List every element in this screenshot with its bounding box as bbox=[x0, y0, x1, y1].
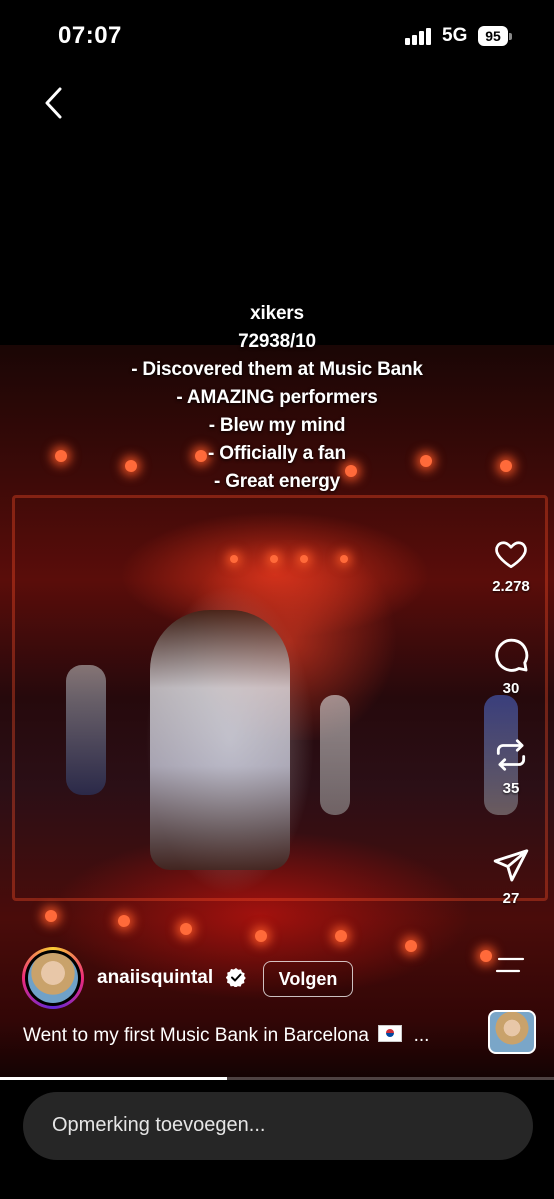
more-lines-icon bbox=[495, 957, 525, 973]
comment-icon bbox=[495, 638, 529, 672]
post-description[interactable]: Went to my first Music Bank in Barcelona… bbox=[23, 1025, 429, 1047]
signal-icon bbox=[405, 28, 433, 45]
battery-icon: 95 bbox=[478, 26, 512, 46]
follow-button[interactable]: Volgen bbox=[263, 961, 353, 997]
repost-icon bbox=[496, 739, 526, 771]
comment-count: 30 bbox=[502, 680, 520, 697]
overlay-line: - Discovered them at Music Bank bbox=[131, 359, 423, 380]
comment-input[interactable]: Opmerking toevoegen... bbox=[23, 1092, 533, 1160]
comment-button[interactable]: 30 bbox=[480, 636, 542, 697]
share-button[interactable]: 27 bbox=[480, 846, 542, 907]
send-icon bbox=[493, 849, 529, 882]
share-count: 27 bbox=[502, 890, 520, 907]
chevron-left-icon bbox=[45, 87, 62, 119]
overlay-line: - Great energy bbox=[213, 471, 341, 492]
overlay-line: - AMAZING performers bbox=[176, 387, 378, 408]
battery-level: 95 bbox=[478, 26, 508, 46]
comment-bar: Opmerking toevoegen... bbox=[0, 1080, 554, 1199]
back-button[interactable] bbox=[38, 85, 70, 121]
status-bar: 07:07 5G 95 bbox=[0, 0, 554, 70]
username[interactable]: anaiisquintal bbox=[97, 967, 213, 989]
repost-button[interactable]: 35 bbox=[480, 736, 542, 797]
comment-placeholder: Opmerking toevoegen... bbox=[52, 1114, 266, 1136]
like-count: 2.278 bbox=[492, 578, 530, 595]
more-options-button[interactable] bbox=[495, 955, 525, 975]
audio-thumbnail[interactable] bbox=[488, 1010, 536, 1054]
overlay-caption: xikers 72938/10 - Discovered them at Mus… bbox=[0, 300, 554, 496]
verified-badge-icon bbox=[226, 968, 246, 987]
avatar[interactable] bbox=[22, 947, 84, 1009]
description-ellipsis: ... bbox=[413, 1025, 430, 1046]
description-text: Went to my first Music Bank in Barcelona bbox=[23, 1025, 369, 1046]
overlay-line: xikers bbox=[250, 303, 304, 324]
overlay-line: 72938/10 bbox=[238, 331, 316, 352]
author-row: anaiisquintal Volgen bbox=[22, 947, 462, 1009]
status-time: 07:07 bbox=[58, 22, 122, 49]
repost-count: 35 bbox=[502, 780, 520, 797]
overlay-line: - Officially a fan bbox=[208, 443, 346, 464]
network-type: 5G bbox=[442, 25, 468, 46]
heart-icon bbox=[495, 541, 527, 569]
like-button[interactable]: 2.278 bbox=[480, 536, 542, 595]
korea-flag-icon bbox=[378, 1025, 403, 1042]
overlay-line: - Blew my mind bbox=[208, 415, 346, 436]
